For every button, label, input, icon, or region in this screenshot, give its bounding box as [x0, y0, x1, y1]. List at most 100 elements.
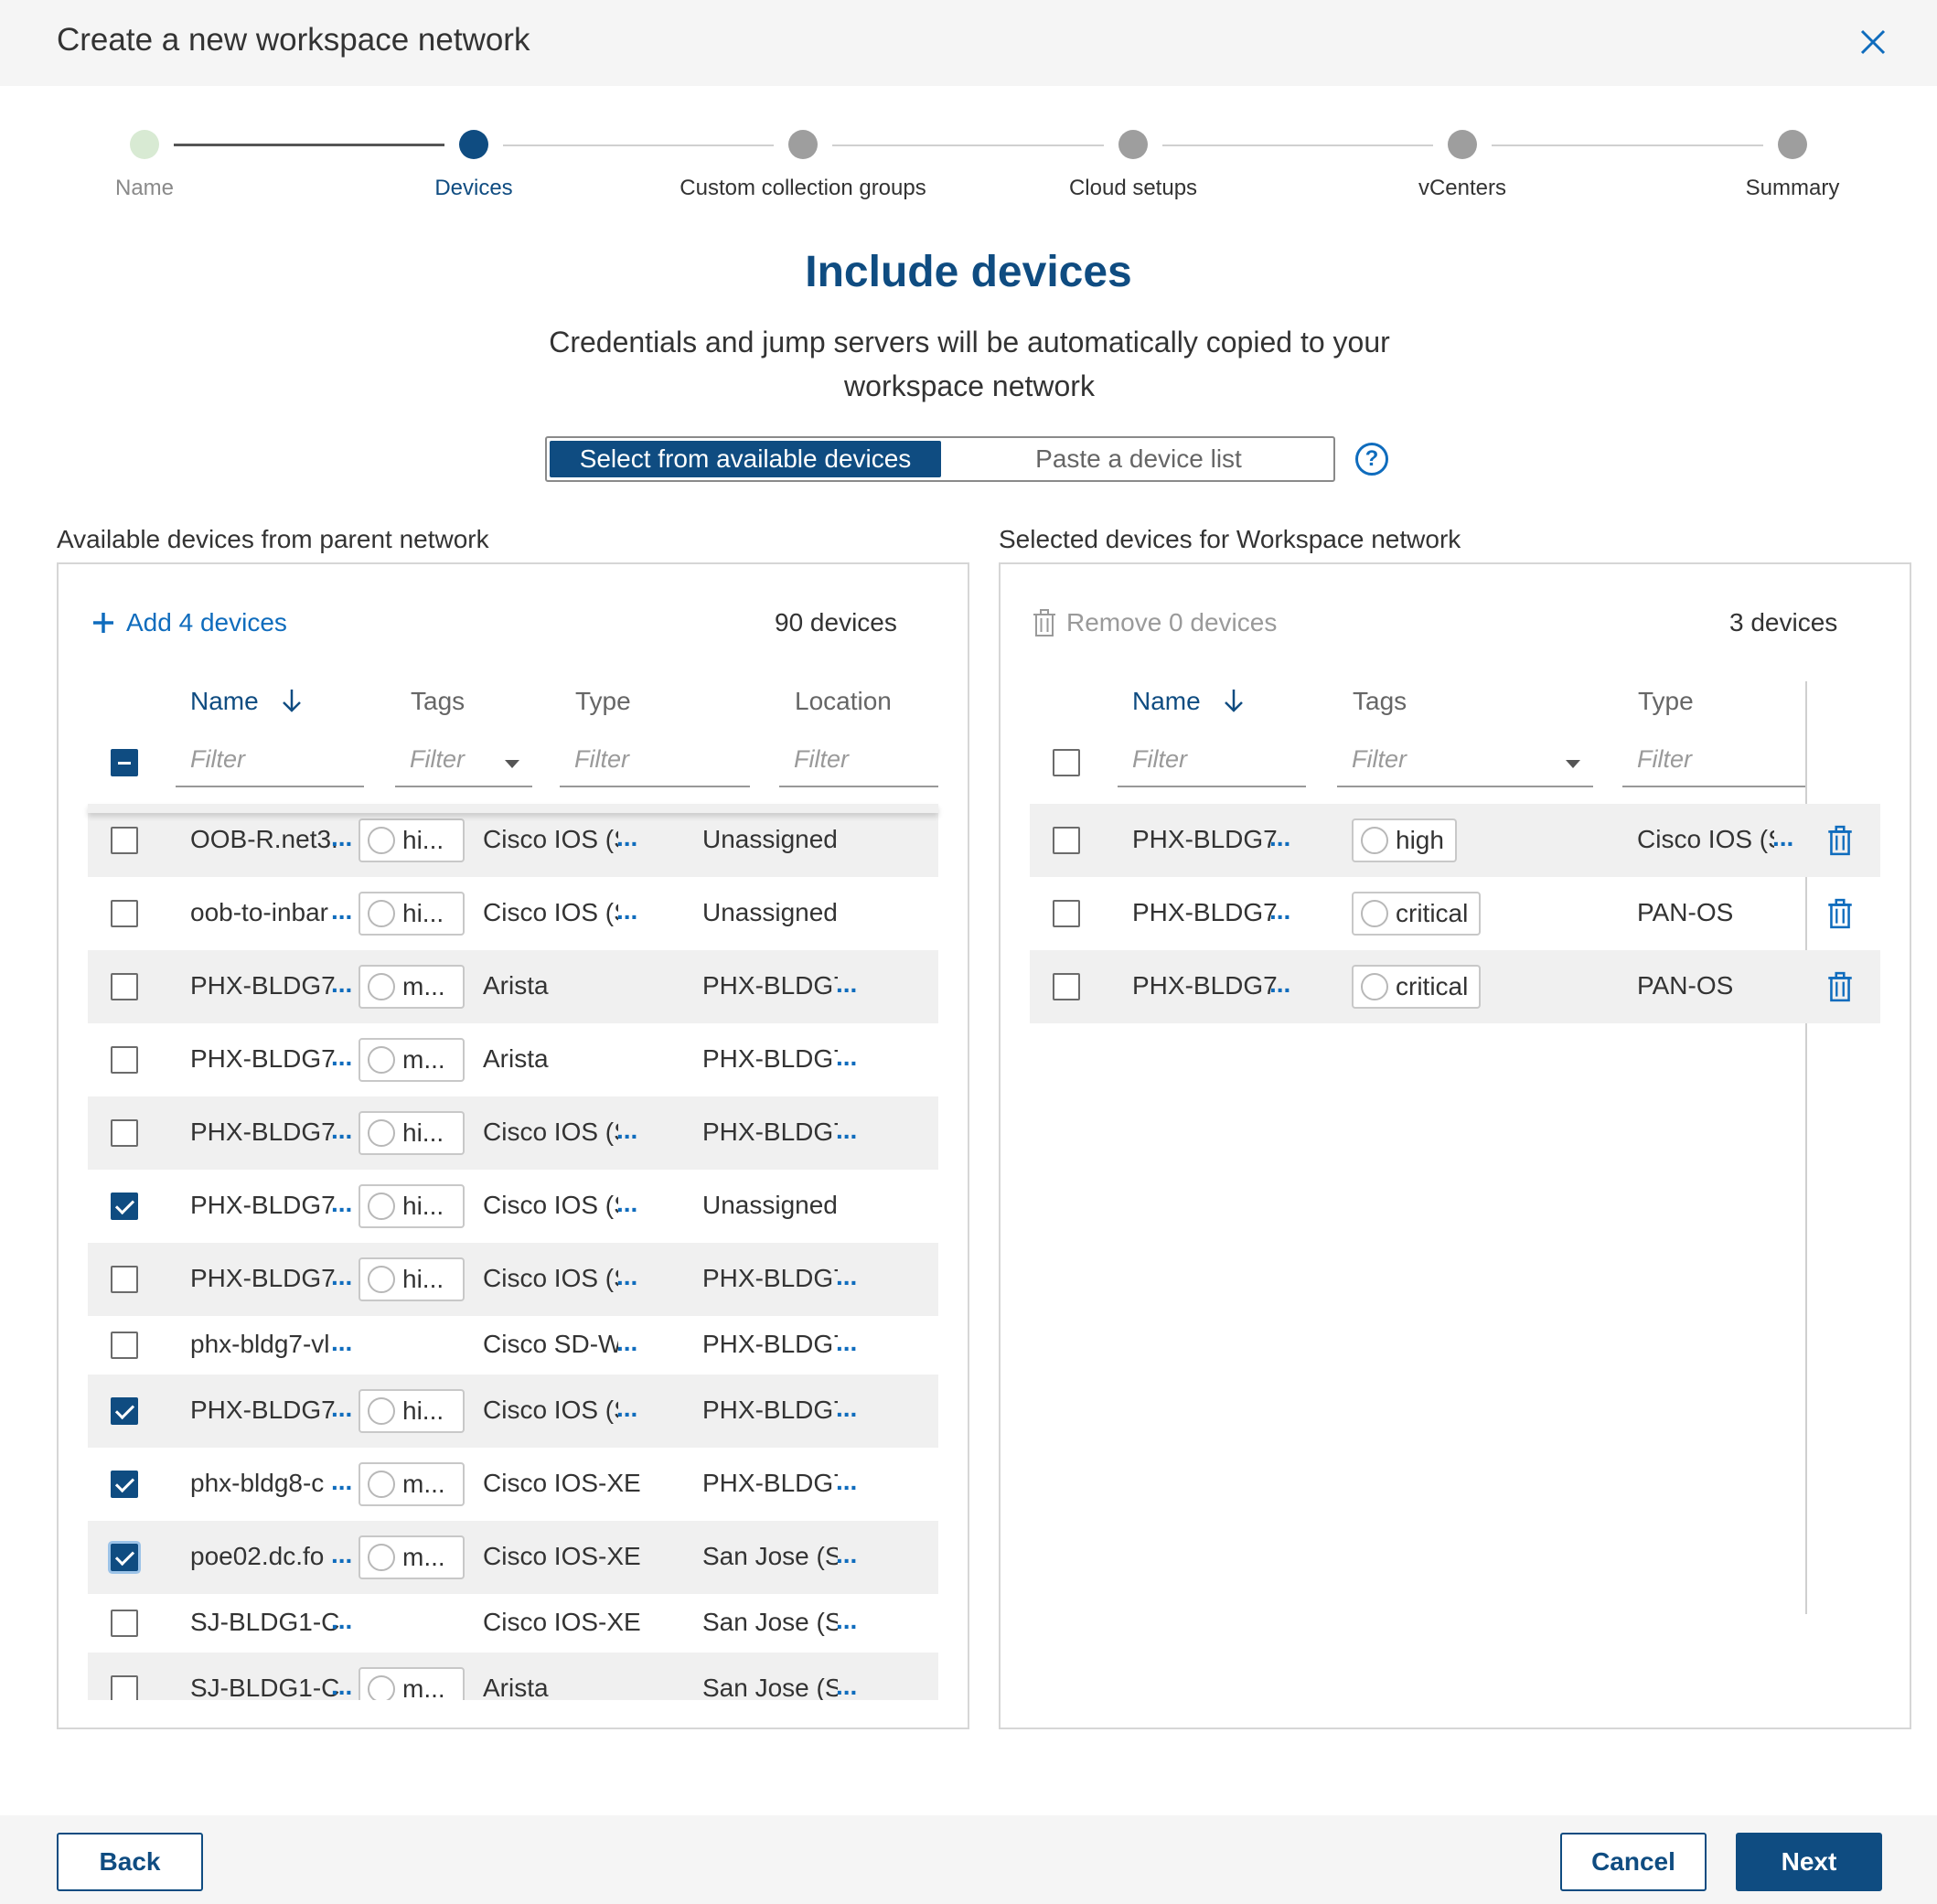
- table-row[interactable]: phx-bldg8-c... m... Cisco IOS-XE PHX-BLDG7.…: [88, 1448, 938, 1521]
- name-more-button[interactable]: ...: [331, 1672, 352, 1700]
- table-row[interactable]: PHX-BLDG7... hi... Cisco IOS (S... PHX-BLDG…: [88, 1243, 938, 1316]
- select-available-devices-option[interactable]: Select from available devices: [550, 441, 941, 477]
- tag-chip[interactable]: m...: [359, 1535, 465, 1579]
- table-row[interactable]: oob-to-inbar... hi... Cisco IOS (S... Unass…: [88, 877, 938, 950]
- select-all-checkbox[interactable]: [111, 749, 138, 776]
- name-more-button[interactable]: ...: [1269, 896, 1290, 925]
- row-checkbox[interactable]: [1053, 973, 1080, 1000]
- selected-column-header-type[interactable]: Type: [1638, 687, 1694, 716]
- next-button[interactable]: Next: [1736, 1833, 1882, 1891]
- row-checkbox[interactable]: [111, 827, 138, 854]
- cancel-button[interactable]: Cancel: [1560, 1833, 1707, 1891]
- tag-chip[interactable]: critical: [1352, 892, 1482, 936]
- name-filter-input[interactable]: Filter: [176, 740, 364, 787]
- tag-chip[interactable]: m...: [359, 1667, 465, 1700]
- type-more-button[interactable]: ...: [616, 1328, 637, 1357]
- row-checkbox[interactable]: [1053, 900, 1080, 927]
- name-more-button[interactable]: ...: [331, 1189, 352, 1218]
- table-row[interactable]: PHX-BLDG7... m... Arista PHX-BLDG7...: [88, 950, 938, 1023]
- location-more-button[interactable]: ...: [836, 1467, 857, 1496]
- type-more-button[interactable]: ...: [616, 1189, 637, 1218]
- close-icon[interactable]: [1857, 26, 1889, 59]
- row-checkbox[interactable]: [111, 1266, 138, 1293]
- name-more-button[interactable]: ...: [331, 1262, 352, 1291]
- type-more-button[interactable]: ...: [616, 896, 637, 925]
- selected-column-header-name[interactable]: Name: [1132, 687, 1246, 716]
- tag-chip[interactable]: hi...: [359, 818, 465, 862]
- row-checkbox[interactable]: [111, 900, 138, 927]
- tag-chip[interactable]: m...: [359, 1462, 465, 1506]
- name-more-button[interactable]: ...: [331, 1467, 352, 1496]
- column-header-name[interactable]: Name: [190, 687, 304, 716]
- table-row[interactable]: PHX-BLDG7... high Cisco IOS (S...: [1030, 804, 1880, 877]
- tag-chip[interactable]: hi...: [359, 892, 465, 936]
- selected-name-filter-input[interactable]: Filter: [1118, 740, 1306, 787]
- location-more-button[interactable]: ...: [836, 1540, 857, 1569]
- name-more-button[interactable]: ...: [331, 1043, 352, 1072]
- type-more-button[interactable]: ...: [616, 1116, 637, 1145]
- row-checkbox[interactable]: [111, 1119, 138, 1147]
- name-more-button[interactable]: ...: [331, 1394, 352, 1423]
- trash-icon[interactable]: [1827, 825, 1853, 856]
- row-checkbox[interactable]: [111, 1544, 138, 1571]
- table-row[interactable]: SJ-BLDG1-C... m... Arista San Jose (S...: [88, 1653, 938, 1700]
- back-button[interactable]: Back: [57, 1833, 203, 1891]
- tag-chip[interactable]: m...: [359, 1038, 465, 1082]
- row-checkbox[interactable]: [111, 973, 138, 1000]
- tag-chip[interactable]: m...: [359, 965, 465, 1009]
- name-more-button[interactable]: ...: [331, 896, 352, 925]
- location-more-button[interactable]: ...: [836, 969, 857, 999]
- type-filter-input[interactable]: Filter: [560, 740, 750, 787]
- location-more-button[interactable]: ...: [836, 1606, 857, 1635]
- row-checkbox[interactable]: [111, 1193, 138, 1220]
- row-checkbox[interactable]: [111, 1675, 138, 1700]
- table-row[interactable]: OOB-R.net3.... hi... Cisco IOS (S... Unassi…: [88, 804, 938, 877]
- location-more-button[interactable]: ...: [836, 1328, 857, 1357]
- tag-chip[interactable]: hi...: [359, 1389, 465, 1433]
- table-row[interactable]: PHX-BLDG7... m... Arista PHX-BLDG7...: [88, 1023, 938, 1096]
- row-checkbox[interactable]: [111, 1397, 138, 1425]
- table-row[interactable]: phx-bldg7-vl... Cisco SD-W.... PHX-BLDG7..…: [88, 1316, 938, 1375]
- tag-chip[interactable]: high: [1352, 818, 1457, 862]
- table-row[interactable]: PHX-BLDG7... hi... Cisco IOS (S... PHX-BLDG…: [88, 1375, 938, 1448]
- paste-device-list-option[interactable]: Paste a device list: [944, 438, 1333, 480]
- selected-select-all-checkbox[interactable]: [1053, 749, 1080, 776]
- tag-chip[interactable]: hi...: [359, 1184, 465, 1228]
- tag-chip[interactable]: hi...: [359, 1257, 465, 1301]
- tags-filter-dropdown[interactable]: Filter: [395, 740, 532, 787]
- table-row[interactable]: PHX-BLDG7... critical PAN-OS: [1030, 877, 1880, 950]
- table-row[interactable]: PHX-BLDG7... hi... Cisco IOS (S... Unassign…: [88, 1170, 938, 1243]
- row-checkbox[interactable]: [1053, 827, 1080, 854]
- column-header-tags[interactable]: Tags: [411, 687, 465, 716]
- name-more-button[interactable]: ...: [1269, 969, 1290, 999]
- trash-icon[interactable]: [1827, 971, 1853, 1002]
- add-devices-button[interactable]: Add 4 devices: [91, 608, 287, 637]
- location-more-button[interactable]: ...: [836, 1043, 857, 1072]
- name-more-button[interactable]: ...: [331, 969, 352, 999]
- name-more-button[interactable]: ...: [331, 1328, 352, 1357]
- tag-chip[interactable]: hi...: [359, 1111, 465, 1155]
- table-row[interactable]: poe02.dc.fo... m... Cisco IOS-XE San Jose (…: [88, 1521, 938, 1594]
- name-more-button[interactable]: ...: [1269, 823, 1290, 852]
- table-row[interactable]: SJ-BLDG1-C... Cisco IOS-XE San Jose (S...: [88, 1594, 938, 1653]
- column-header-type[interactable]: Type: [575, 687, 631, 716]
- table-row[interactable]: PHX-BLDG7... critical PAN-OS: [1030, 950, 1880, 1023]
- location-more-button[interactable]: ...: [836, 1262, 857, 1291]
- name-more-button[interactable]: ...: [331, 1540, 352, 1569]
- row-checkbox[interactable]: [111, 1046, 138, 1074]
- location-more-button[interactable]: ...: [836, 1672, 857, 1700]
- name-more-button[interactable]: ...: [331, 1606, 352, 1635]
- tag-chip[interactable]: critical: [1352, 965, 1482, 1009]
- row-checkbox[interactable]: [111, 1471, 138, 1498]
- help-icon[interactable]: ?: [1355, 443, 1388, 476]
- remove-devices-button[interactable]: Remove 0 devices: [1033, 608, 1277, 637]
- row-checkbox[interactable]: [111, 1610, 138, 1637]
- type-more-button[interactable]: ...: [616, 823, 637, 852]
- selected-type-filter-input[interactable]: Filter: [1622, 740, 1807, 787]
- column-header-location[interactable]: Location: [795, 687, 892, 716]
- type-more-button[interactable]: ...: [616, 1262, 637, 1291]
- type-more-button[interactable]: ...: [616, 1394, 637, 1423]
- table-row[interactable]: PHX-BLDG7... hi... Cisco IOS (S... PHX-BLDG…: [88, 1096, 938, 1170]
- location-filter-input[interactable]: Filter: [779, 740, 938, 787]
- selected-column-header-tags[interactable]: Tags: [1353, 687, 1407, 716]
